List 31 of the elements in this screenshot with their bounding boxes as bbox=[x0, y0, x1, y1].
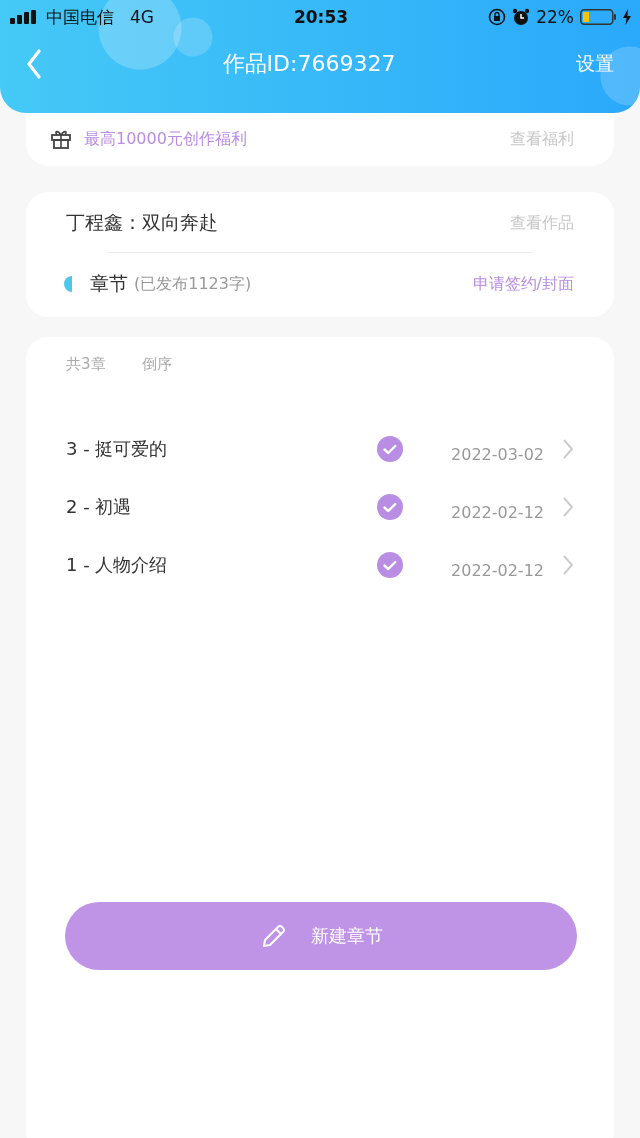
battery-percent-text: 22% bbox=[536, 7, 574, 27]
chapter-date: 2022-02-12 bbox=[450, 560, 544, 580]
back-icon bbox=[26, 49, 42, 79]
rotation-lock-icon bbox=[488, 8, 507, 26]
chevron-right-icon[interactable] bbox=[562, 496, 574, 518]
new-chapter-button[interactable]: 新建章节 bbox=[65, 902, 577, 970]
section-title: 章节 bbox=[90, 271, 128, 296]
chapter-date: 2022-02-12 bbox=[450, 502, 544, 522]
chapter-title[interactable]: 1 - 人物介绍 bbox=[66, 553, 376, 577]
chapter-date: 2022-03-02 bbox=[450, 444, 544, 464]
carrier-text: 中国电信 bbox=[46, 5, 114, 29]
sort-button[interactable]: 倒序 bbox=[141, 355, 172, 374]
clock-text: 20:53 bbox=[293, 7, 349, 27]
chapter-title[interactable]: 2 - 初遇 bbox=[66, 495, 376, 519]
chevron-right-icon[interactable] bbox=[562, 438, 574, 460]
chapter-title[interactable]: 3 - 挺可爱的 bbox=[66, 437, 376, 461]
work-title: 丁程鑫：双向奔赴 bbox=[66, 210, 218, 235]
network-text: 4G bbox=[130, 7, 154, 27]
charging-bolt-icon bbox=[622, 9, 632, 25]
gift-icon bbox=[50, 128, 72, 150]
battery-icon bbox=[580, 9, 616, 25]
apply-contract-link[interactable]: 申请签约/封面 bbox=[472, 273, 574, 295]
chevron-right-icon[interactable] bbox=[562, 554, 574, 576]
section-marker-icon bbox=[64, 276, 72, 292]
back-button[interactable] bbox=[26, 49, 42, 79]
section-note: (已发布1123字) bbox=[134, 273, 253, 295]
benefit-text: 最高10000元创作福利 bbox=[84, 128, 248, 150]
alarm-icon bbox=[512, 8, 531, 26]
chapter-count: 共3章 bbox=[66, 355, 106, 374]
page-title: 作品ID:7669327 bbox=[222, 50, 396, 78]
settings-button[interactable]: 设置 bbox=[576, 51, 614, 77]
